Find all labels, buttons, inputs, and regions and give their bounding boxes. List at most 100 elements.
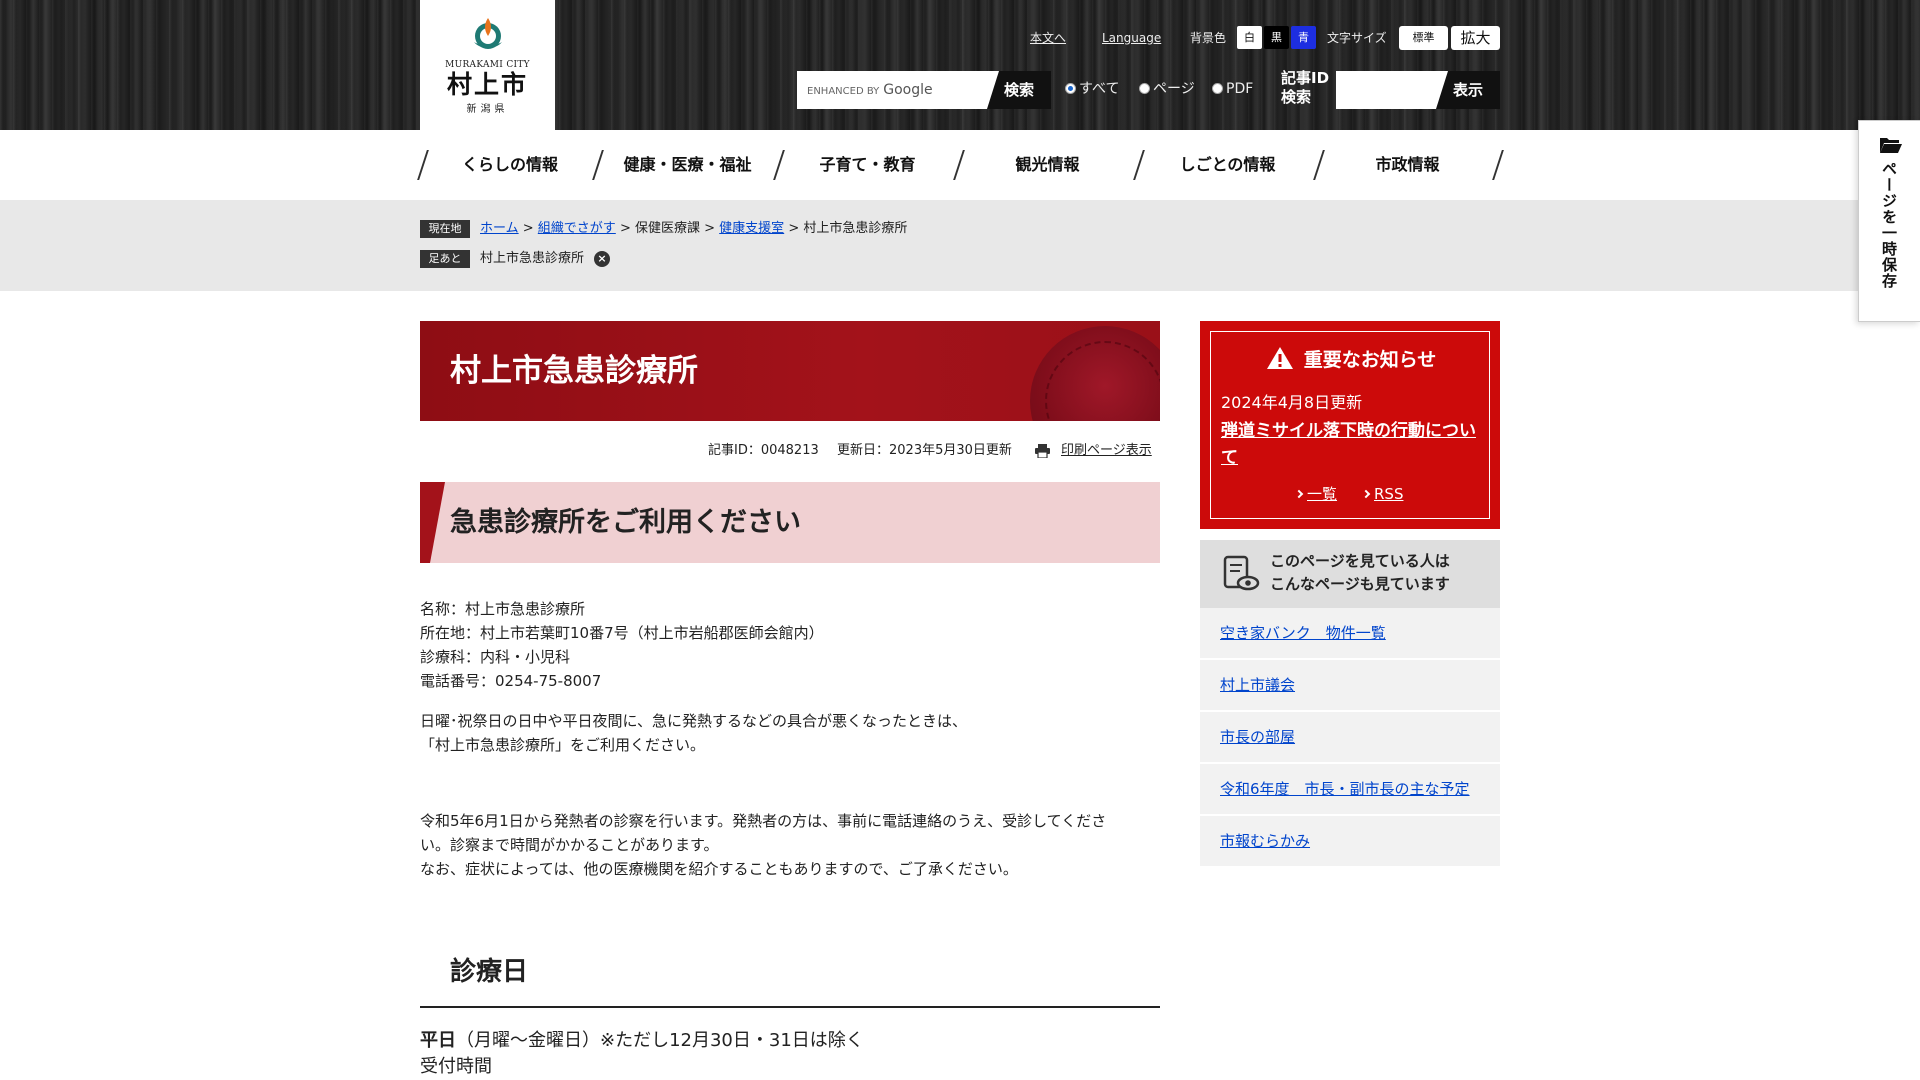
nav-item-childcare[interactable]: 子育て・教育 xyxy=(780,130,955,200)
breadcrumb-area: 現在地 ホーム > 組織でさがす > 保健医療課 > 健康支援室 > 村上市急患… xyxy=(0,200,1920,291)
font-size-label: 文字サイズ xyxy=(1327,31,1387,45)
radio-icon xyxy=(1212,83,1223,94)
list-item: 令和6年度 市長・副市長の主な予定 xyxy=(1200,764,1500,816)
related-pages-title: このページを見ている人は こんなページも見ています xyxy=(1270,552,1450,593)
related-link-schedule[interactable]: 令和6年度 市長・副市長の主な予定 xyxy=(1220,780,1470,798)
breadcrumb: ホーム > 組織でさがす > 保健医療課 > 健康支援室 > 村上市急患診療所 xyxy=(480,220,907,238)
close-icon[interactable]: × xyxy=(594,251,611,267)
breadcrumb-separator: > xyxy=(704,221,720,236)
clinic-info: 名称：村上市急患診療所 所在地：村上市若葉町10番7号（村上市岩船郡医師会館内）… xyxy=(420,597,1160,693)
bg-color-label: 背景色 xyxy=(1190,31,1227,45)
breadcrumb-home-link[interactable]: ホーム xyxy=(480,221,519,236)
list-item: 市長の部屋 xyxy=(1200,712,1500,764)
fever-notice-line: なお、症状によっては、他の医療機関を紹介することもありますので、ご了承ください。 xyxy=(420,860,1018,878)
info-phone: 電話番号：0254-75-8007 xyxy=(420,672,602,690)
printer-icon xyxy=(1035,444,1050,458)
related-pages-list: 空き家バンク 物件一覧 村上市議会 市長の部屋 令和6年度 市長・副市長の主な予… xyxy=(1200,608,1500,868)
related-link-council[interactable]: 村上市議会 xyxy=(1220,676,1295,694)
current-location-tag: 現在地 xyxy=(420,220,470,238)
weekday-row: 平日（月曜～金曜日）※ただし12月30日・31日は除く xyxy=(420,1030,864,1051)
logo-english: MURAKAMI CITY xyxy=(445,60,530,70)
save-page-label: ページを一時保存 xyxy=(1880,161,1898,289)
info-name: 名称：村上市急患診療所 xyxy=(420,600,586,618)
logo-japanese: 村上市 xyxy=(446,70,528,99)
footprint-tag: 足あと xyxy=(420,250,470,268)
breadcrumb-office-link[interactable]: 健康支援室 xyxy=(719,221,784,236)
city-emblem-icon xyxy=(473,18,502,49)
site-logo[interactable]: MURAKAMI CITY 村上市 新潟県 xyxy=(420,0,555,130)
clinic-schedule: 平日（月曜～金曜日）※ただし12月30日・31日は除く 受付時間 xyxy=(420,1028,864,1080)
info-address: 所在地：村上市若葉町10番7号（村上市岩船郡医師会館内） xyxy=(420,624,824,642)
article-id: 記事ID：0048213 xyxy=(708,443,819,458)
fever-notice: 令和5年6月1日から発熱者の診察を行います。発熱者の方は、事前に電話連絡のうえ、… xyxy=(420,809,1160,881)
related-pages-header: このページを見ている人は こんなページも見ています xyxy=(1200,540,1500,608)
usage-notice-line: 日曜･祝祭日の日中や平日夜間に、急に発熱するなどの具合が悪くなったときは、 xyxy=(420,712,968,730)
radio-selected-icon xyxy=(1065,83,1076,94)
nav-item-city-admin[interactable]: 市政情報 xyxy=(1320,130,1495,200)
breadcrumb-separator: > xyxy=(522,221,538,236)
footprint-item[interactable]: 村上市急患診療所 xyxy=(480,251,584,266)
notice-date: 2024年4月8日更新 xyxy=(1221,393,1363,412)
article-id-input[interactable] xyxy=(1336,71,1448,109)
clinic-days-heading-block: 診療日 xyxy=(420,950,1160,1008)
section-heading: 急患診療所をご利用ください xyxy=(450,507,801,538)
related-link-bulletin[interactable]: 市報むらかみ xyxy=(1220,832,1310,850)
breadcrumb-separator: > xyxy=(788,221,804,236)
list-item: 村上市議会 xyxy=(1200,660,1500,712)
site-header: MURAKAMI CITY 村上市 新潟県 本文へ Language 背景色 白… xyxy=(0,0,1920,130)
related-link-akiya[interactable]: 空き家バンク 物件一覧 xyxy=(1220,624,1386,642)
nav-item-tourism[interactable]: 観光情報 xyxy=(960,130,1135,200)
nav-item-health[interactable]: 健康・医療・福祉 xyxy=(600,130,775,200)
skip-to-content-link[interactable]: 本文へ xyxy=(1030,26,1066,50)
usage-notice: 日曜･祝祭日の日中や平日夜間に、急に発熱するなどの具合が悪くなったときは、 「村… xyxy=(420,709,1160,757)
logo-prefecture: 新潟県 xyxy=(466,104,509,115)
radio-icon xyxy=(1139,83,1150,94)
list-item: 空き家バンク 物件一覧 xyxy=(1200,608,1500,660)
usage-notice-line: 「村上市急患診療所」をご利用ください。 xyxy=(420,736,706,754)
site-search-input[interactable]: ENHANCED BY Google xyxy=(797,71,1007,109)
fever-notice-line: 令和5年6月1日から発熱者の診察を行います。発熱者の方は、事前に電話連絡のうえ、… xyxy=(420,812,1107,830)
related-link-mayor[interactable]: 市長の部屋 xyxy=(1220,728,1295,746)
article-id-search-label: 記事ID 検索 xyxy=(1281,69,1330,106)
warning-icon xyxy=(1266,347,1293,369)
breadcrumb-separator: > xyxy=(619,221,635,236)
info-department: 診療科：内科・小児科 xyxy=(420,648,571,666)
updated-date: 更新日：2023年5月30日更新 xyxy=(837,443,1012,458)
fever-notice-line: い。診察まで時間がかかることがあります。 xyxy=(420,836,719,854)
notice-rss-link[interactable]: RSS xyxy=(1361,484,1403,504)
important-notice-box: 重要なお知らせ 2024年4月8日更新 弾道ミサイル落下時の行動について 一覧 … xyxy=(1200,321,1500,529)
chevron-right-icon xyxy=(1361,489,1371,499)
bg-white-button[interactable]: 白 xyxy=(1237,26,1262,49)
breadcrumb-current: 村上市急患診療所 xyxy=(803,221,908,236)
page-title: 村上市急患診療所 xyxy=(450,353,698,389)
breadcrumb-org-link[interactable]: 組織でさがす xyxy=(538,221,616,236)
bg-black-button[interactable]: 黒 xyxy=(1264,26,1289,49)
nav-item-living[interactable]: くらしの情報 xyxy=(425,130,595,200)
global-nav: くらしの情報 健康・医療・福祉 子育て・教育 観光情報 しごとの情報 市政情報 xyxy=(0,130,1920,200)
print-page-link[interactable]: 印刷ページ表示 xyxy=(1061,442,1152,460)
font-standard-button[interactable]: 標準 xyxy=(1399,26,1448,50)
section-heading-block: 急患診療所をご利用ください xyxy=(420,482,1160,563)
nav-item-jobs[interactable]: しごとの情報 xyxy=(1140,130,1315,200)
save-page-tab[interactable]: ページを一時保存 xyxy=(1858,120,1920,322)
heading-accent-stripe xyxy=(420,482,445,563)
breadcrumb-dept: 保健医療課 xyxy=(634,221,700,236)
font-large-button[interactable]: 拡大 xyxy=(1451,26,1500,50)
search-placeholder: ENHANCED BY Google xyxy=(807,82,933,98)
notice-missile-link[interactable]: 弾道ミサイル落下時の行動について xyxy=(1221,418,1486,472)
clinic-days-heading: 診療日 xyxy=(450,957,529,987)
radio-pdf[interactable]: PDF xyxy=(1212,80,1253,98)
notice-list-link[interactable]: 一覧 xyxy=(1294,484,1337,504)
chevron-right-icon xyxy=(1294,489,1304,499)
radio-page[interactable]: ページ xyxy=(1139,80,1195,98)
document-view-icon xyxy=(1223,555,1260,591)
language-link[interactable]: Language xyxy=(1102,26,1161,50)
page-title-banner: 村上市急患診療所 xyxy=(420,321,1160,421)
bg-blue-button[interactable]: 青 xyxy=(1291,26,1316,49)
important-notice-title: 重要なお知らせ xyxy=(1211,346,1491,373)
important-notice-inner: 重要なお知らせ 2024年4月8日更新 弾道ミサイル落下時の行動について 一覧 … xyxy=(1210,331,1490,519)
radio-all[interactable]: すべて xyxy=(1065,80,1119,98)
folder-open-icon xyxy=(1880,138,1902,153)
footprint-row: 村上市急患診療所 × xyxy=(480,250,611,268)
list-item: 市報むらかみ xyxy=(1200,816,1500,868)
